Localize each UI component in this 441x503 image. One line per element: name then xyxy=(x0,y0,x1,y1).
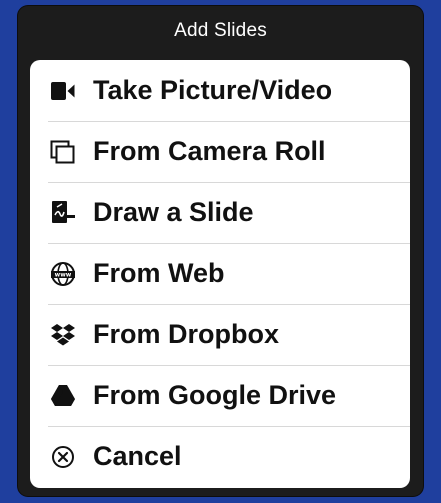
from-web-button[interactable]: www From Web xyxy=(30,243,410,304)
draw-a-slide-label: Draw a Slide xyxy=(93,197,254,227)
from-google-drive-button[interactable]: From Google Drive xyxy=(30,365,410,426)
svg-text:www: www xyxy=(55,271,72,278)
photos-stack-icon xyxy=(50,139,76,165)
add-slides-dialog: Add Slides Take Picture/Video From Camer… xyxy=(18,6,423,496)
cancel-label: Cancel xyxy=(93,441,182,471)
from-camera-roll-label: From Camera Roll xyxy=(93,136,326,166)
from-dropbox-label: From Dropbox xyxy=(93,319,279,349)
dialog-title: Add Slides xyxy=(174,20,267,41)
take-picture-video-label: Take Picture/Video xyxy=(93,75,333,105)
cancel-button[interactable]: Cancel xyxy=(30,426,410,487)
google-drive-icon xyxy=(50,383,76,409)
from-web-label: From Web xyxy=(93,258,225,288)
globe-www-icon: www xyxy=(50,261,76,287)
dropbox-icon xyxy=(50,322,76,348)
from-dropbox-button[interactable]: From Dropbox xyxy=(30,304,410,365)
draw-a-slide-button[interactable]: Draw a Slide xyxy=(30,182,410,243)
draw-slide-icon xyxy=(50,200,76,226)
action-list: Take Picture/Video From Camera Roll Draw… xyxy=(30,60,410,488)
video-camera-icon xyxy=(50,78,76,104)
from-google-drive-label: From Google Drive xyxy=(93,380,337,410)
take-picture-video-button[interactable]: Take Picture/Video xyxy=(30,60,410,121)
from-camera-roll-button[interactable]: From Camera Roll xyxy=(30,121,410,182)
cancel-circle-icon xyxy=(50,444,76,470)
